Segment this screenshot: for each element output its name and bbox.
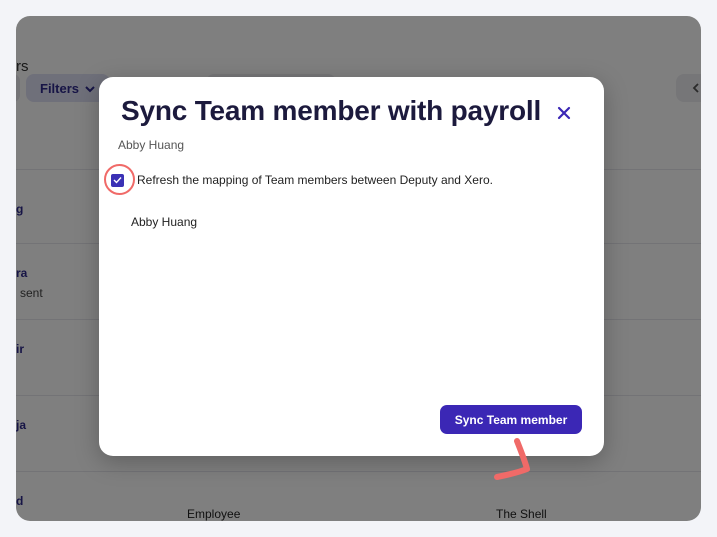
refresh-mapping-option[interactable]: Refresh the mapping of Team members betw…	[111, 173, 493, 187]
refresh-mapping-label[interactable]: Refresh the mapping of Team members betw…	[137, 173, 493, 187]
sync-team-member-button[interactable]: Sync Team member	[440, 405, 582, 434]
team-member-name: Abby Huang	[131, 215, 198, 229]
refresh-mapping-checkbox[interactable]	[111, 171, 124, 189]
dialog-title: Sync Team member with payroll	[121, 95, 542, 126]
check-icon	[113, 171, 122, 189]
close-button[interactable]	[550, 101, 578, 129]
sync-dialog: Sync Team member with payroll Abby Huang…	[99, 77, 604, 480]
dialog-subtitle: Abby Huang	[118, 138, 185, 152]
close-icon	[557, 106, 571, 125]
annotation-arrow-icon	[494, 438, 530, 480]
